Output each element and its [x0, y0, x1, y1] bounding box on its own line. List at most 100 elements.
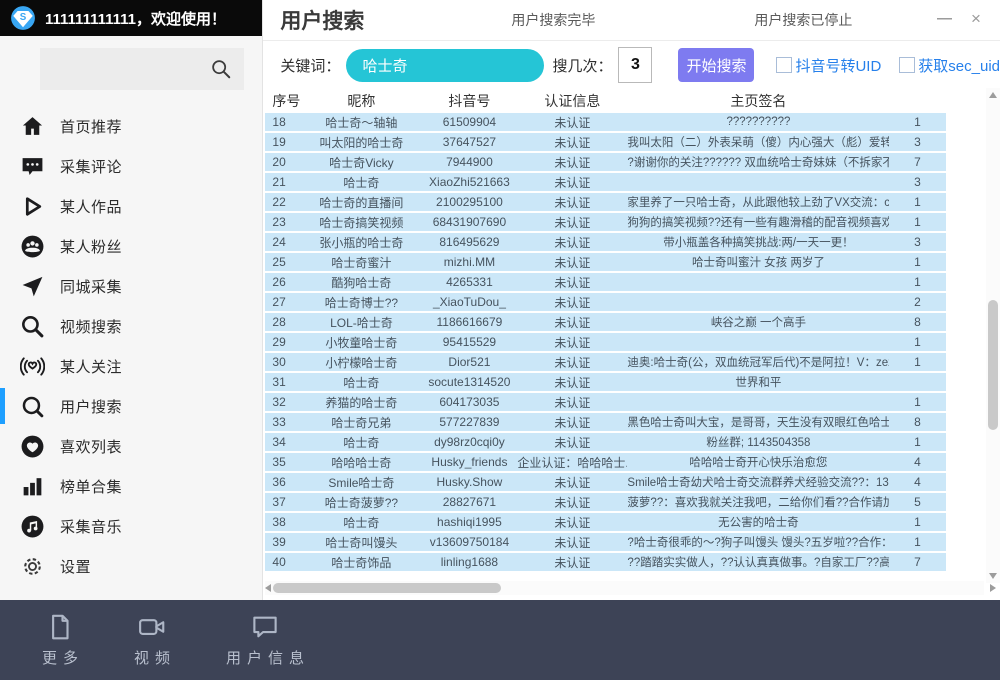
secuid-checkbox[interactable] [899, 57, 915, 73]
sidebar-item[interactable]: 视频搜索 [0, 306, 262, 346]
sidebar-item[interactable]: 用户搜索 [0, 386, 262, 426]
table-cell: 企业认证：哈哈哈士... [517, 454, 627, 471]
table-cell: Dior521 [421, 355, 517, 369]
sidebar-item[interactable]: 采集音乐 [0, 506, 262, 546]
horizontal-scroll-thumb[interactable] [273, 583, 501, 593]
table-cell: 37647527 [421, 135, 517, 149]
horizontal-scrollbar[interactable] [265, 581, 984, 595]
table-row[interactable]: 20哈士奇Vicky7944900未认证?谢谢你的关注?????? 双血统哈士奇… [265, 153, 946, 171]
sidebar-item[interactable]: 某人作品 [0, 186, 262, 226]
table-cell: 未认证 [517, 274, 627, 291]
table-cell: 家里养了一只哈士奇，从此跟他较上劲了VX交流：coke3... [627, 194, 889, 210]
table-row[interactable]: 24张小瓶的哈士奇816495629未认证带小瓶盖各种搞笑挑战:两/一天一更！3 [265, 233, 946, 251]
vertical-scroll-thumb[interactable] [988, 300, 998, 430]
sidebar-item[interactable]: 同城采集 [0, 266, 262, 306]
toolbar-item[interactable]: 用户信息 [220, 612, 310, 668]
sidebar-item[interactable]: 首页推荐 [0, 106, 262, 146]
table-cell: 叫太阳的哈士奇 [301, 134, 421, 151]
table-row[interactable]: 38哈士奇hashiqi1995未认证无公害的哈士奇1 [265, 513, 946, 531]
table-row[interactable]: 33哈士奇兄弟577227839未认证黑色哈士奇叫大宝，是哥哥，天生没有双眼红色… [265, 413, 946, 431]
table-cell: 粉丝群; 1143504358 [627, 434, 889, 450]
table-row[interactable]: 19叫太阳的哈士奇37647527未认证我叫太阳（二）外表呆萌（傻）内心强大（彪… [265, 133, 946, 151]
table-row[interactable]: 29小牧童哈士奇95415529未认证1 [265, 333, 946, 351]
table-cell: 哈士奇 [301, 434, 421, 451]
table-cell: 1 [889, 435, 945, 449]
scroll-right-arrow-icon[interactable] [990, 584, 996, 592]
table-cell: 迪奥:哈士奇(公，双血统冠军后代)不是阿拉！V：zeze052... [627, 354, 889, 370]
scroll-down-arrow-icon[interactable] [989, 573, 997, 579]
sidebar-item[interactable]: 喜欢列表 [0, 426, 262, 466]
table-row[interactable]: 31哈士奇socute1314520未认证世界和平 [265, 373, 946, 391]
table-row[interactable]: 39哈士奇叫馒头v13609750184未认证?哈士奇很乖的～?狗子叫馒头 馒头… [265, 533, 946, 551]
scroll-left-arrow-icon[interactable] [265, 584, 271, 592]
toolbar-item[interactable]: 更多 [36, 612, 84, 668]
home-icon [20, 114, 45, 139]
table-row[interactable]: 18哈士奇～轴轴61509904未认证??????????1 [265, 113, 946, 131]
table-cell: 1 [889, 335, 945, 349]
count-input[interactable]: 3 [618, 47, 652, 83]
table-cell: 哈士奇博士?? [301, 294, 421, 311]
table-row[interactable]: 28LOL-哈士奇1186616679未认证峡谷之巅 一个高手8 [265, 313, 946, 331]
uid-checkbox-group[interactable]: 抖音号转UID [776, 55, 881, 76]
toolbar-item[interactable]: 视频 [128, 612, 176, 668]
sidebar-item[interactable]: 某人关注 [0, 346, 262, 386]
table-cell: ?哈士奇很乖的～?狗子叫馒头 馒头?五岁啦??合作：yub... [627, 534, 889, 550]
table-cell: 未认证 [517, 534, 627, 551]
table-cell: 37 [265, 495, 301, 509]
sidebar-item[interactable]: 采集评论 [0, 146, 262, 186]
table-cell: 小柠檬哈士奇 [301, 354, 421, 371]
table-row[interactable]: 23哈士奇搞笑视频68431907690未认证狗狗的搞笑视频??还有一些有趣滑稽… [265, 213, 946, 231]
table-row[interactable]: 22哈士奇的直播间2100295100未认证家里养了一只哈士奇，从此跟他较上劲了… [265, 193, 946, 211]
table-row[interactable]: 27哈士奇博士??_XiaoTuDou_未认证2 [265, 293, 946, 311]
scroll-up-arrow-icon[interactable] [989, 92, 997, 98]
table-cell: socute1314520 [421, 375, 517, 389]
sidebar-item[interactable]: 某人粉丝 [0, 226, 262, 266]
table-cell: 未认证 [517, 114, 627, 131]
keyword-input[interactable]: 哈士奇 [346, 49, 544, 82]
table-row[interactable]: 30小柠檬哈士奇Dior521未认证迪奥:哈士奇(公，双血统冠军后代)不是阿拉！… [265, 353, 946, 371]
chat-icon [250, 612, 280, 642]
table-row[interactable]: 25哈士奇蜜汁mizhi.MM未认证哈士奇叫蜜汁 女孩 两岁了1 [265, 253, 946, 271]
secuid-checkbox-group[interactable]: 获取sec_uid [899, 55, 1000, 76]
close-button[interactable]: × [964, 0, 988, 40]
table-cell: 黑色哈士奇叫大宝，是哥哥，天生没有双眼红色哈士奇叫... [627, 414, 889, 430]
sidebar-item[interactable]: 设置 [0, 546, 262, 586]
table-cell: v13609750184 [421, 535, 517, 549]
table-row[interactable]: 40哈士奇饰品linling1688未认证??踏踏实实做人，??认认真真做事。?… [265, 553, 946, 571]
table-row[interactable]: 32养猫的哈士奇604173035未认证1 [265, 393, 946, 411]
video-search-icon [20, 314, 45, 339]
table-row[interactable]: 26酷狗哈士奇4265331未认证1 [265, 273, 946, 291]
table-cell: 峡谷之巅 一个高手 [627, 314, 889, 330]
table-row[interactable]: 35哈哈哈士奇Husky_friends企业认证：哈哈哈士...哈哈哈士奇开心快… [265, 453, 946, 471]
comment-icon [20, 154, 45, 179]
table-cell: 40 [265, 555, 301, 569]
sidebar-search-input[interactable] [40, 48, 244, 90]
sidebar-menu: 首页推荐 采集评论 某人作品 某人粉丝 同城采集 视频搜索 某人关注 用户搜索 … [0, 106, 262, 546]
sidebar-settings-slot: 设置 [0, 546, 262, 586]
table-cell: 25 [265, 255, 301, 269]
table-cell: linling1688 [421, 555, 517, 569]
table-cell: 未认证 [517, 434, 627, 451]
table-cell: 8 [889, 415, 945, 429]
table-row[interactable]: 37哈士奇菠萝??28827671未认证菠萝??：喜欢我就关注我吧，二给你们看?… [265, 493, 946, 511]
table-cell: 带小瓶盖各种搞笑挑战:两/一天一更！ [627, 234, 889, 250]
fans-icon [20, 234, 45, 259]
svg-text:S: S [20, 12, 27, 23]
table-cell: 养猫的哈士奇 [301, 394, 421, 411]
table-row[interactable]: 36Smile哈士奇Husky.Show未认证Smile哈士奇幼犬哈士奇交流群养… [265, 473, 946, 491]
results-table: 序号昵称抖音号认证信息主页签名 18哈士奇～轴轴61509904未认证?????… [265, 89, 946, 573]
table-cell: dy98rz0cqi0y [421, 435, 517, 449]
vertical-scrollbar[interactable] [986, 88, 1000, 583]
table-cell: 22 [265, 195, 301, 209]
table-cell: 未认证 [517, 194, 627, 211]
table-cell: 1 [889, 515, 945, 529]
sidebar-item[interactable]: 榜单合集 [0, 466, 262, 506]
minimize-button[interactable]: — [932, 0, 956, 40]
table-cell: 30 [265, 355, 301, 369]
table-cell: 无公害的哈士奇 [627, 514, 889, 530]
uid-checkbox[interactable] [776, 57, 792, 73]
start-search-button[interactable]: 开始搜索 [678, 48, 754, 82]
table-row[interactable]: 34哈士奇dy98rz0cqi0y未认证粉丝群; 11435043581 [265, 433, 946, 451]
table-cell: 1 [889, 275, 945, 289]
table-row[interactable]: 21哈士奇XiaoZhi521663未认证3 [265, 173, 946, 191]
